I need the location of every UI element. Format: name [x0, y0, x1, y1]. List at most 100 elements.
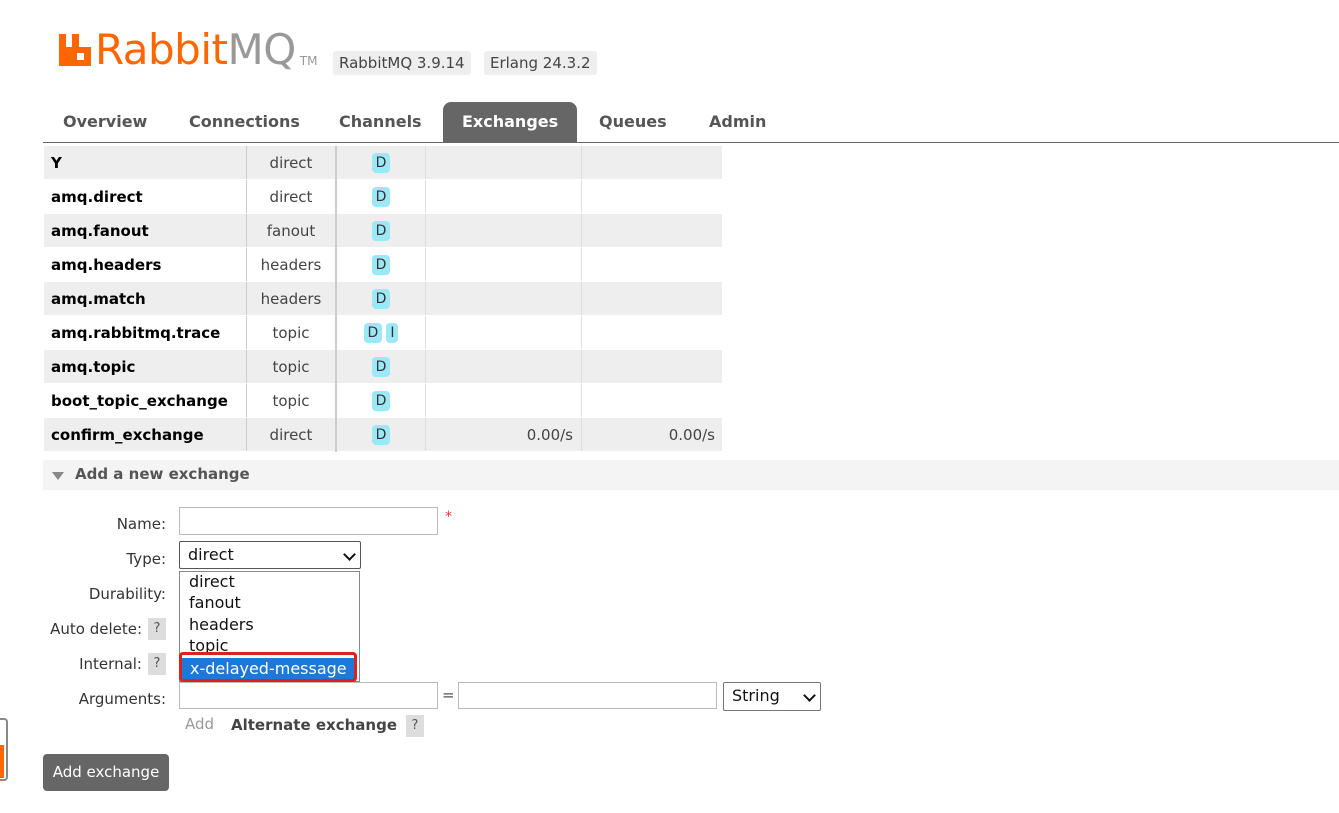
feature-durable-badge: D — [363, 322, 383, 343]
main-nav: Overview Connections Channels Exchanges … — [43, 102, 1339, 143]
message-rate-out — [581, 349, 722, 384]
alternate-exchange-help-button[interactable]: ? — [406, 715, 424, 737]
message-rate-in — [425, 146, 582, 180]
message-rate-in — [425, 179, 582, 214]
message-rate-out — [581, 315, 722, 350]
message-rate-out — [581, 281, 722, 316]
exchange-features: D — [336, 281, 426, 316]
type-option-headers[interactable]: headers — [189, 615, 254, 635]
message-rate-in — [425, 349, 582, 384]
message-rate-out — [581, 247, 722, 282]
type-option-fanout[interactable]: fanout — [189, 593, 241, 613]
section-title: Add a new exchange — [75, 465, 250, 483]
table-row: amq.direct direct D — [44, 179, 722, 214]
feature-durable-badge: D — [371, 288, 391, 309]
internal-label: Internal: — [79, 655, 142, 673]
name-label: Name: — [116, 515, 166, 533]
feature-durable-badge: D — [371, 186, 391, 207]
exchange-type: topic — [246, 383, 337, 418]
exchange-name-link[interactable]: amq.fanout — [44, 213, 247, 248]
chevron-down-icon — [343, 548, 356, 561]
logo-rabbit-text: Rabbit — [95, 25, 228, 74]
type-selected-value: direct — [188, 545, 234, 564]
exchange-name-link[interactable]: boot_topic_exchange — [44, 383, 247, 418]
highlight-annotation-box — [179, 652, 357, 682]
internal-help-button[interactable]: ? — [148, 653, 166, 675]
tab-admin[interactable]: Admin — [690, 102, 785, 142]
exchange-features: D — [336, 146, 426, 180]
exchange-name-link[interactable]: amq.direct — [44, 179, 247, 214]
message-rate-out: 0.00/s — [581, 417, 722, 452]
exchange-name-link[interactable]: amq.rabbitmq.trace — [44, 315, 247, 350]
auto-delete-help-button[interactable]: ? — [148, 618, 166, 640]
exchange-name-link[interactable]: Y — [44, 146, 247, 180]
exchange-features: D — [336, 383, 426, 418]
exchange-name-link[interactable]: amq.match — [44, 281, 247, 316]
exchange-type: direct — [246, 146, 337, 180]
add-argument-link[interactable]: Add — [185, 715, 214, 733]
argument-value-input[interactable] — [458, 682, 717, 709]
message-rate-in — [425, 213, 582, 248]
feature-durable-badge: D — [371, 390, 391, 411]
argument-key-input[interactable] — [179, 682, 438, 709]
rabbitmq-logo-icon — [59, 34, 91, 66]
table-row: amq.headers headers D — [44, 247, 722, 282]
exchange-name-link[interactable]: amq.topic — [44, 349, 247, 384]
exchange-name-link[interactable]: confirm_exchange — [44, 417, 247, 452]
feature-durable-badge: D — [371, 152, 391, 173]
message-rate-out — [581, 179, 722, 214]
durability-label: Durability: — [88, 585, 166, 603]
logo-mq-text: MQ — [227, 25, 296, 74]
table-row: Y direct D — [44, 146, 722, 180]
alternate-exchange-link[interactable]: Alternate exchange — [231, 716, 397, 734]
message-rate-in — [425, 383, 582, 418]
message-rate-out — [581, 146, 722, 180]
type-option-direct[interactable]: direct — [189, 572, 235, 592]
erlang-version-badge: Erlang 24.3.2 — [484, 51, 597, 75]
table-row: amq.fanout fanout D — [44, 213, 722, 248]
feature-durable-badge: D — [371, 424, 391, 445]
message-rate-in — [425, 281, 582, 316]
logo-trademark: TM — [299, 54, 318, 68]
add-exchange-section-toggle[interactable]: Add a new exchange — [43, 460, 1339, 490]
exchange-type: direct — [246, 417, 337, 452]
exchange-features: D — [336, 417, 426, 452]
rabbitmq-version-badge: RabbitMQ 3.9.14 — [333, 51, 471, 75]
exchange-features: D — [336, 349, 426, 384]
tab-exchanges[interactable]: Exchanges — [443, 102, 578, 142]
table-row: boot_topic_exchange topic D — [44, 383, 722, 418]
table-row: amq.topic topic D — [44, 349, 722, 384]
feature-durable-badge: D — [371, 254, 391, 275]
rabbitmq-logo[interactable]: Rabbit MQ TM — [57, 28, 317, 72]
tab-channels[interactable]: Channels — [320, 102, 441, 142]
type-select[interactable]: direct — [179, 541, 361, 569]
table-row: amq.rabbitmq.trace topic DI — [44, 315, 722, 350]
feature-durable-badge: D — [371, 220, 391, 241]
collapse-triangle-icon — [52, 472, 64, 480]
tab-connections[interactable]: Connections — [170, 102, 319, 142]
side-scroll-fill — [0, 745, 4, 778]
exchange-features: D — [336, 179, 426, 214]
name-input[interactable] — [179, 507, 438, 535]
exchange-type: fanout — [246, 213, 337, 248]
feature-internal-badge: I — [386, 322, 399, 343]
add-exchange-button[interactable]: Add exchange — [43, 754, 169, 791]
message-rate-in — [425, 247, 582, 282]
exchanges-table: Y direct D amq.direct direct D amq.fanou… — [44, 146, 722, 452]
message-rate-in: 0.00/s — [425, 417, 582, 452]
exchange-name-link[interactable]: amq.headers — [44, 247, 247, 282]
required-mark: * — [445, 509, 452, 525]
argument-type-select[interactable]: String — [723, 682, 821, 711]
message-rate-out — [581, 383, 722, 418]
auto-delete-label: Auto delete: — [50, 620, 142, 638]
exchange-type: direct — [246, 179, 337, 214]
argument-type-value: String — [732, 686, 780, 705]
arguments-label: Arguments: — [78, 690, 166, 708]
feature-durable-badge: D — [371, 356, 391, 377]
tab-queues[interactable]: Queues — [580, 102, 686, 142]
exchange-features: DI — [336, 315, 426, 350]
exchange-features: D — [336, 247, 426, 282]
exchange-type: headers — [246, 281, 337, 316]
message-rate-in — [425, 315, 582, 350]
tab-overview[interactable]: Overview — [44, 102, 166, 142]
